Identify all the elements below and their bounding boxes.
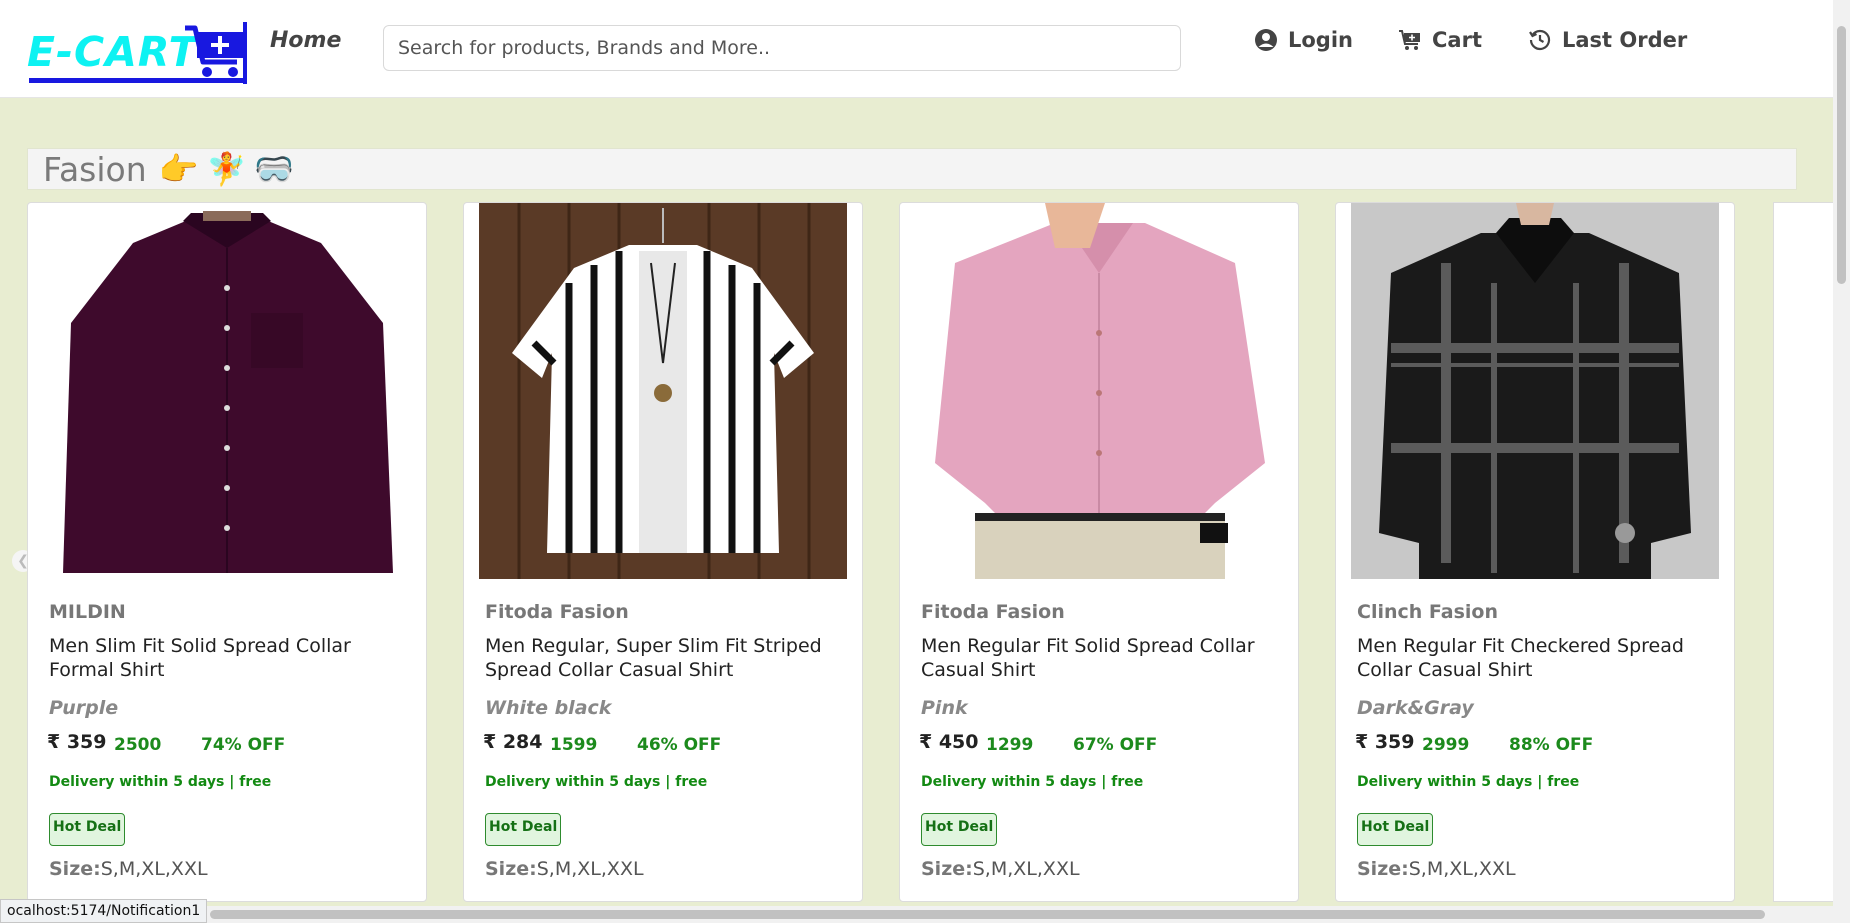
cart-label: Cart — [1432, 28, 1482, 52]
product-name: Men Regular, Super Slim Fit Striped Spre… — [485, 635, 822, 681]
product-price: ₹ 284 — [483, 731, 543, 753]
size-label: Size: — [1357, 858, 1409, 880]
product-image — [915, 203, 1283, 579]
login-label: Login — [1288, 28, 1353, 52]
category-bar: Fasion 👉 🧚 🥽 — [27, 148, 1797, 190]
cart-link[interactable]: Cart — [1398, 28, 1482, 52]
product-mrp: 2999 — [1422, 735, 1470, 755]
product-discount: 46% OFF — [637, 735, 722, 755]
size-values: S,M,XL,XXL — [100, 858, 208, 880]
cart-plus-icon — [185, 22, 247, 84]
product-sizes: Size:S,M,XL,XXL — [921, 858, 1080, 880]
product-price: ₹ 359 — [47, 731, 107, 753]
product-card[interactable]: MILDIN Men Slim Fit Solid Spread Collar … — [27, 202, 427, 902]
product-mrp: 2500 — [114, 735, 162, 755]
product-sizes: Size:S,M,XL,XXL — [49, 858, 208, 880]
product-delivery: Delivery within 5 days | free — [49, 774, 272, 790]
product-discount: 88% OFF — [1509, 735, 1594, 755]
product-card[interactable]: Fitoda Fasion Men Regular, Super Slim Fi… — [463, 202, 863, 902]
product-discount: 74% OFF — [201, 735, 286, 755]
nav-home[interactable]: Home — [270, 28, 341, 53]
horizontal-scrollbar[interactable] — [0, 906, 1833, 923]
fairy-icon: 🧚 — [206, 150, 247, 188]
product-delivery: Delivery within 5 days | free — [921, 774, 1144, 790]
product-card[interactable]: Fitoda Fasion Men Regular Fit Solid Spre… — [899, 202, 1299, 902]
last-order-label: Last Order — [1562, 28, 1688, 52]
size-values: S,M,XL,XXL — [536, 858, 644, 880]
product-delivery: Delivery within 5 days | free — [485, 774, 708, 790]
logo[interactable]: E-CART — [27, 22, 247, 85]
status-bar-url: ocalhost:5174/Notification1 — [0, 899, 208, 923]
hot-deal-badge: Hot Deal — [49, 813, 126, 846]
product-mrp: 1299 — [986, 735, 1034, 755]
product-price: ₹ 359 — [1355, 731, 1415, 753]
product-delivery: Delivery within 5 days | free — [1357, 774, 1580, 790]
product-sizes: Size:S,M,XL,XXL — [485, 858, 644, 880]
product-name: Men Regular Fit Solid Spread Collar Casu… — [921, 635, 1255, 681]
product-sizes: Size:S,M,XL,XXL — [1357, 858, 1516, 880]
header: E-CART Home Login Cart — [0, 0, 1833, 98]
product-color: Purple — [49, 697, 119, 719]
goggles-icon: 🥽 — [254, 150, 295, 188]
product-brand: Fitoda Fasion — [485, 601, 629, 623]
size-label: Size: — [485, 858, 537, 880]
size-label: Size: — [49, 858, 101, 880]
product-image — [479, 203, 847, 579]
vertical-scrollbar-thumb[interactable] — [1837, 26, 1846, 284]
product-name: Men Slim Fit Solid Spread Collar Formal … — [49, 635, 351, 681]
last-order-link[interactable]: Last Order — [1528, 28, 1687, 52]
product-image — [1351, 203, 1719, 579]
category-title: Fasion — [43, 149, 147, 189]
product-color: Dark&Gray — [1357, 697, 1474, 719]
horizontal-scrollbar-thumb[interactable] — [210, 910, 1765, 919]
history-icon — [1529, 29, 1551, 51]
size-values: S,M,XL,XXL — [1408, 858, 1516, 880]
product-brand: MILDIN — [49, 601, 126, 623]
product-color: Pink — [921, 697, 968, 719]
product-discount: 67% OFF — [1073, 735, 1158, 755]
product-brand: Clinch Fasion — [1357, 601, 1498, 623]
product-mrp: 1599 — [550, 735, 598, 755]
size-label: Size: — [921, 858, 973, 880]
size-values: S,M,XL,XXL — [972, 858, 1080, 880]
product-image — [43, 203, 411, 579]
hot-deal-badge: Hot Deal — [1357, 813, 1434, 846]
login-link[interactable]: Login — [1254, 28, 1353, 52]
hot-deal-badge: Hot Deal — [485, 813, 562, 846]
product-color: White black — [485, 697, 612, 719]
product-brand: Fitoda Fasion — [921, 601, 1065, 623]
product-name: Men Regular Fit Checkered Spread Collar … — [1357, 635, 1684, 681]
logo-text: E-CART — [27, 28, 198, 76]
hot-deal-badge: Hot Deal — [921, 813, 998, 846]
cart-icon — [1399, 30, 1420, 50]
product-price: ₹ 450 — [919, 731, 979, 753]
user-circle-icon — [1255, 29, 1277, 51]
pointing-hand-icon: 👉 — [158, 150, 199, 188]
vertical-scrollbar[interactable] — [1833, 0, 1850, 923]
product-card-partial[interactable] — [1773, 202, 1833, 902]
search-input[interactable] — [383, 25, 1181, 71]
product-card[interactable]: Clinch Fasion Men Regular Fit Checkered … — [1335, 202, 1735, 902]
